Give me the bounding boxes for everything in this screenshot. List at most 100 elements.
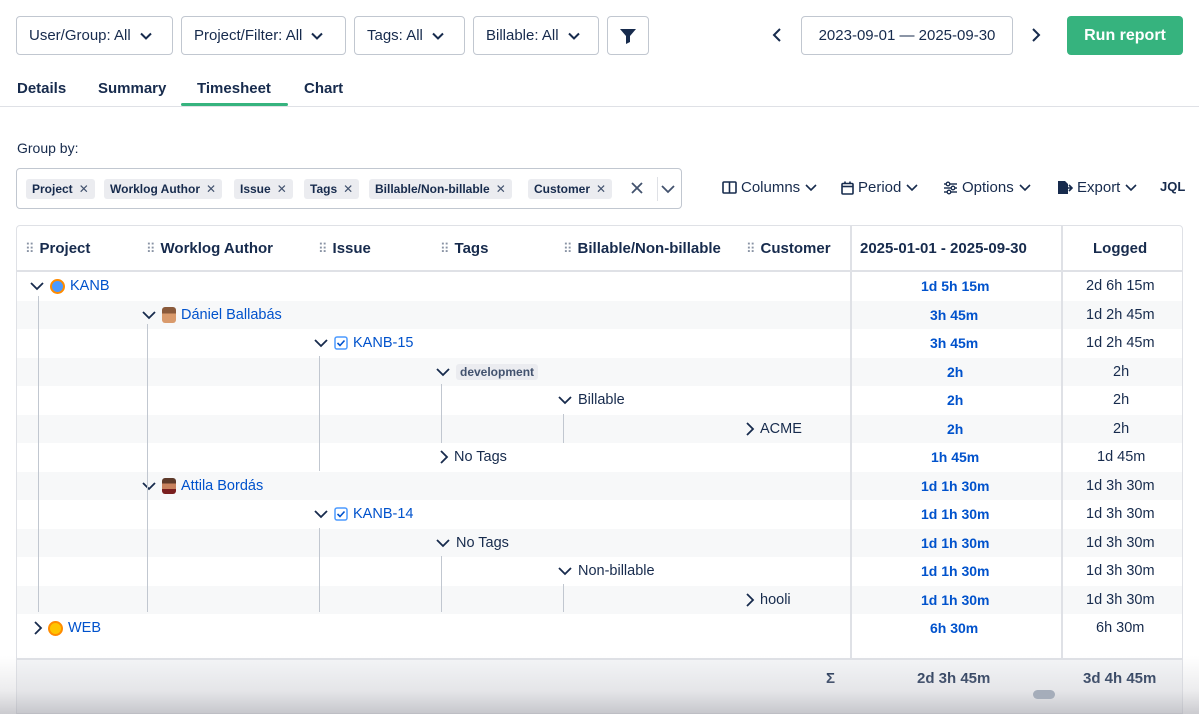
period-total: 2d 3h 45m [917,670,991,687]
period-value[interactable]: 1d 5h 15m [921,272,989,301]
table-row[interactable]: No Tags 1h 45m 1d 45m [17,443,1182,472]
chevron-right-icon[interactable] [33,620,43,636]
chevron-down-icon[interactable] [557,565,573,577]
column-header-logged[interactable]: Logged [1093,226,1147,271]
period-value[interactable]: 1d 1h 30m [921,500,989,529]
table-row[interactable]: development 2h 2h [17,357,1182,387]
report-tabs: Details Summary Timesheet Chart [0,70,1199,107]
drag-handle-icon[interactable]: ⠿ [318,241,327,257]
options-menu[interactable]: Options [943,179,1032,196]
table-row[interactable]: No Tags 1d 1h 30m 1d 3h 30m [17,528,1182,558]
column-header-label: Issue [332,240,371,257]
billable-filter[interactable]: Billable: All [473,16,599,55]
table-row[interactable]: ACME 2h 2h [17,414,1182,444]
table-row[interactable]: KANB-15 3h 45m 1d 2h 45m [17,329,1182,358]
period-value[interactable]: 2h [947,415,963,444]
author-link[interactable]: Dániel Ballabás [181,307,282,323]
drag-handle-icon[interactable]: ⠿ [25,241,34,257]
jql-button[interactable]: JQL [1160,179,1185,194]
column-header-period[interactable]: 2025-01-01 - 2025-09-30 [860,226,1027,271]
period-value[interactable]: 6h 30m [930,614,978,643]
horizontal-scrollbar-handle[interactable] [1033,690,1055,699]
remove-chip-icon[interactable]: ✕ [79,182,89,196]
chevron-down-icon[interactable] [141,309,157,321]
project-link[interactable]: KANB [70,278,110,294]
chevron-down-icon[interactable] [557,394,573,406]
table-row[interactable]: Billable 2h 2h [17,386,1182,415]
remove-chip-icon[interactable]: ✕ [496,182,506,196]
remove-chip-icon[interactable]: ✕ [596,182,606,196]
chevron-down-icon[interactable] [660,182,676,196]
chevron-right-icon[interactable] [745,421,755,437]
date-range-picker[interactable]: 2023-09-01 — 2025-09-30 [801,16,1013,55]
drag-handle-icon[interactable]: ⠿ [440,241,449,257]
tree-guide-line [319,356,320,471]
tab-summary[interactable]: Summary [98,80,166,97]
author-link[interactable]: Attila Bordás [181,478,263,494]
tab-chart[interactable]: Chart [304,80,343,97]
logged-value: 1d 3h 30m [1086,534,1155,551]
drag-handle-icon[interactable]: ⠿ [146,241,155,257]
chevron-down-icon[interactable] [29,280,45,292]
project-link[interactable]: WEB [68,620,101,636]
clear-icon[interactable] [629,180,645,196]
period-value[interactable]: 2h [947,358,963,387]
table-row[interactable]: KANB-14 1d 1h 30m 1d 3h 30m [17,500,1182,529]
export-menu[interactable]: Export [1057,179,1138,196]
remove-chip-icon[interactable]: ✕ [206,182,216,196]
chevron-down-icon[interactable] [435,366,451,378]
period-value[interactable]: 1d 1h 30m [921,529,989,558]
table-row[interactable]: Non-billable 1d 1h 30m 1d 3h 30m [17,557,1182,586]
user-group-filter[interactable]: User/Group: All [16,16,173,55]
period-value[interactable]: 3h 45m [930,301,978,330]
period-value[interactable]: 1d 1h 30m [921,472,989,501]
column-header-customer[interactable]: ⠿ Customer [746,226,831,271]
remove-chip-icon[interactable]: ✕ [343,182,353,196]
issue-link[interactable]: KANB-14 [353,506,413,522]
period-value[interactable]: 1d 1h 30m [921,557,989,586]
tab-details[interactable]: Details [17,80,66,97]
table-row[interactable]: Dániel Ballabás 3h 45m 1d 2h 45m [17,300,1182,330]
chevron-down-icon[interactable] [435,537,451,549]
column-header-worklog-author[interactable]: ⠿ Worklog Author [146,226,273,271]
chevron-down-icon [310,29,324,43]
tags-filter-label: Tags: All [367,27,423,44]
run-report-button[interactable]: Run report [1067,16,1183,55]
chevron-right-icon[interactable] [1027,27,1043,43]
filter-button[interactable] [607,16,649,55]
column-header-project[interactable]: ⠿ Project [25,226,90,271]
issue-link[interactable]: KANB-15 [353,335,413,351]
chip-customer: Customer ✕ [528,179,613,199]
column-header-tags[interactable]: ⠿ Tags [440,226,488,271]
period-value[interactable]: 2h [947,386,963,415]
columns-icon [722,181,737,194]
table-row[interactable]: hooli 1d 1h 30m 1d 3h 30m [17,585,1182,615]
chevron-down-icon[interactable] [313,508,329,520]
column-header-label: Worklog Author [160,240,274,257]
avatar [162,477,176,494]
table-row[interactable]: Attila Bordás 1d 1h 30m 1d 3h 30m [17,471,1182,501]
chevron-down-icon[interactable] [313,337,329,349]
tags-filter[interactable]: Tags: All [354,16,465,55]
period-value[interactable]: 1d 1h 30m [921,586,989,615]
table-row[interactable]: WEB 6h 30m 6h 30m [17,614,1182,643]
column-header-issue[interactable]: ⠿ Issue [318,226,371,271]
columns-menu[interactable]: Columns [722,179,818,196]
period-value[interactable]: 1h 45m [931,443,979,472]
drag-handle-icon[interactable]: ⠿ [563,241,572,257]
remove-chip-icon[interactable]: ✕ [277,182,287,196]
divider [657,177,658,201]
group-by-select[interactable]: Project ✕ Worklog Author ✕ Issue ✕ Tags ✕ Bi… [16,168,682,209]
chevron-right-icon[interactable] [745,592,755,608]
period-value[interactable]: 3h 45m [930,329,978,358]
table-row[interactable]: KANB 1d 5h 15m 2d 6h 15m [17,272,1182,301]
chevron-down-icon[interactable] [141,480,157,492]
chevron-left-icon[interactable] [770,27,786,43]
project-filter[interactable]: Project/Filter: All [181,16,346,55]
column-header-billable[interactable]: ⠿ Billable/Non-billable [563,226,721,271]
drag-handle-icon[interactable]: ⠿ [746,241,755,257]
period-menu[interactable]: Period [841,179,919,196]
chevron-right-icon[interactable] [439,449,449,465]
tab-timesheet[interactable]: Timesheet [197,80,271,97]
chevron-down-icon [1019,183,1031,191]
